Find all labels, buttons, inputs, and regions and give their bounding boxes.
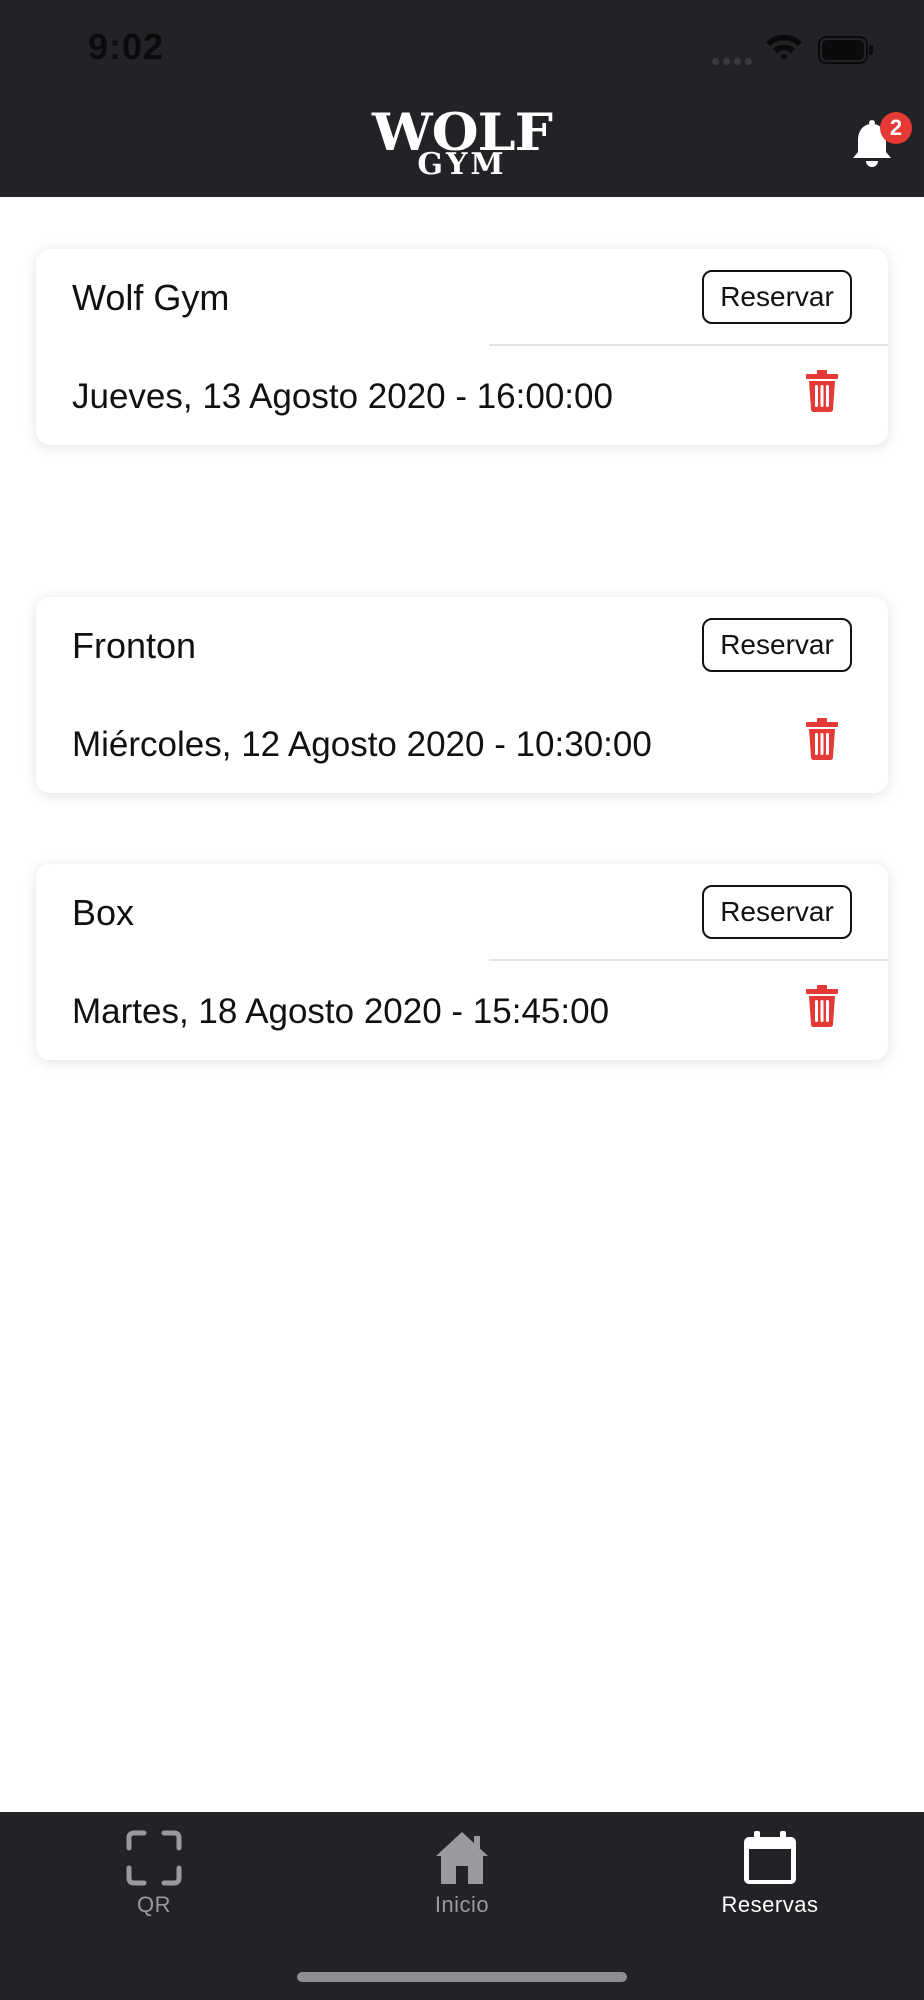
reservation-card: Wolf Gym Reservar Jueves, 13 Agosto 2020…: [36, 249, 888, 445]
app-screen: 9:02 WOLF GYM 2 Wolf Gym Reservar Jueves…: [0, 0, 924, 2000]
home-icon: [436, 1832, 488, 1884]
card-divider: [489, 344, 888, 346]
tab-inicio[interactable]: Inicio: [308, 1812, 616, 1942]
battery-icon: [818, 36, 873, 64]
facility-name: Wolf Gym: [72, 277, 230, 318]
reservation-datetime: Miércoles, 12 Agosto 2020 - 10:30:00: [72, 725, 652, 764]
facility-name: Box: [72, 892, 135, 933]
trash-icon[interactable]: [806, 370, 838, 412]
reservation-card: Box Reservar Martes, 18 Agosto 2020 - 15…: [36, 864, 888, 1060]
reserve-button[interactable]: Reservar: [702, 885, 852, 939]
home-indicator: [297, 1972, 627, 1982]
facility-name: Fronton: [72, 625, 197, 666]
notification-badge: 2: [880, 112, 912, 144]
top-header: 9:02 WOLF GYM 2: [0, 0, 924, 197]
wifi-icon: [766, 34, 802, 60]
tab-label: QR: [137, 1892, 171, 1917]
calendar-icon: [744, 1831, 796, 1884]
signal-icon: [712, 52, 756, 70]
wolf-gym-logo: WOLF GYM: [340, 105, 584, 185]
card-divider: [489, 959, 888, 961]
reservation-card: Fronton Reservar Miércoles, 12 Agosto 20…: [36, 597, 888, 793]
tab-label: Reservas: [721, 1892, 819, 1917]
reservation-datetime: Jueves, 13 Agosto 2020 - 16:00:00: [72, 377, 613, 416]
status-time: 9:02: [88, 26, 165, 67]
trash-icon[interactable]: [806, 985, 838, 1027]
reserve-button[interactable]: Reservar: [702, 270, 852, 324]
tab-qr[interactable]: QR: [0, 1812, 308, 1942]
logo-gym-text: GYM: [417, 147, 507, 182]
tab-label: Inicio: [434, 1892, 490, 1917]
reservation-datetime: Martes, 18 Agosto 2020 - 15:45:00: [72, 992, 610, 1031]
reserve-button[interactable]: Reservar: [702, 618, 852, 672]
tab-reservas[interactable]: Reservas: [616, 1812, 924, 1942]
qr-scan-icon: [126, 1830, 182, 1886]
trash-icon[interactable]: [806, 718, 838, 760]
